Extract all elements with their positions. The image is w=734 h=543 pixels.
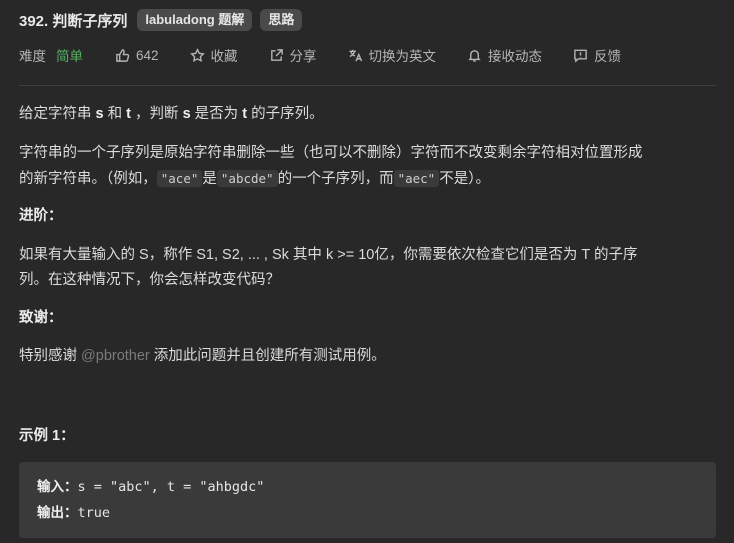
input-value: s = "abc", t = "ahbgdc" [77, 479, 265, 495]
bell-icon [468, 49, 481, 62]
output-value: true [77, 505, 111, 521]
problem-title: 392. 判断子序列 [19, 12, 128, 30]
text: 的新字符串。（例如， [19, 171, 157, 187]
text: 的子序列。 [247, 106, 324, 122]
thanks-paragraph: 特别感谢 @pbrother 添加此问题并且创建所有测试用例。 [19, 344, 719, 369]
text-line: 列。在这种情况下，你会怎样改变代码？ [19, 272, 280, 288]
difficulty-label: 难度 [19, 49, 46, 64]
description-paragraph-1: 给定字符串 s 和 t ，判断 s 是否为 t 的子序列。 [19, 102, 719, 127]
example-code-block: 输入：s = "abc", t = "ahbgdc" 输出：true [19, 462, 716, 538]
share-button[interactable]: 分享 [269, 45, 317, 65]
share-label: 分享 [289, 49, 317, 64]
thumbs-up-icon [116, 48, 130, 62]
text: 的一个子序列，而 [277, 171, 394, 187]
user-mention-link[interactable]: @pbrother [81, 348, 150, 364]
text: 和 [103, 106, 127, 122]
example-output-line: 输出：true [37, 500, 716, 526]
translate-icon [348, 49, 362, 61]
example-heading: 示例 1： [19, 428, 75, 444]
share-icon [270, 48, 283, 61]
title-row: 392. 判断子序列 labuladong 题解 思路 [19, 8, 303, 32]
text: 特别感谢 [19, 348, 82, 364]
output-label: 输出： [37, 505, 78, 520]
switch-language-button[interactable]: 切换为英文 [348, 45, 437, 65]
text: 给定字符串 [19, 106, 96, 122]
difficulty-value: 简单 [56, 49, 83, 64]
feedback-icon [574, 49, 587, 63]
example-input-line: 输入：s = "abc", t = "ahbgdc" [37, 474, 716, 500]
text: ，判断 [131, 106, 183, 122]
inline-code: "abcde" [216, 170, 278, 187]
text: 是 [202, 171, 217, 187]
input-label: 输入： [37, 479, 78, 494]
text-line: 的新字符串。（例如， "ace" 是 "abcde" 的一个子序列，而 "aec" 不是）。 [19, 166, 719, 192]
tag-hint[interactable]: 思路 [260, 9, 303, 31]
text: 不是）。 [439, 171, 490, 187]
subscribe-button[interactable]: 接收动态 [467, 45, 542, 65]
like-button[interactable]: 642 [115, 48, 159, 63]
tag-labuladong[interactable]: labuladong 题解 [137, 9, 253, 31]
text-line: 字符串的一个子序列是原始字符串删除一些（也可以不删除）字符而不改变剩余字符相对位… [19, 145, 643, 161]
inline-code: "aec" [393, 170, 440, 187]
header-divider [19, 85, 716, 86]
advanced-paragraph: 如果有大量输入的 S，称作 S1, S2, ... , Sk 其中 k >= 1… [19, 243, 719, 293]
feedback-button[interactable]: 反馈 [573, 45, 621, 65]
favorite-label: 收藏 [210, 49, 238, 64]
star-icon [189, 47, 205, 62]
thanks-heading: 致谢： [19, 310, 63, 326]
text: 是否为 [190, 106, 243, 122]
var-s: s [182, 106, 191, 122]
favorite-button[interactable]: 收藏 [189, 45, 238, 65]
text: 添加此问题并且创建所有测试用例。 [149, 348, 386, 364]
text-line: 如果有大量输入的 S，称作 S1, S2, ... , Sk 其中 k >= 1… [19, 247, 638, 263]
feedback-label: 反馈 [594, 49, 622, 64]
var-s: s [95, 106, 104, 122]
meta-row: 难度 简单 642 收藏 分享 切换为英文 接收动态 反馈 [19, 44, 652, 66]
inline-code: "ace" [156, 170, 203, 187]
subscribe-label: 接收动态 [488, 49, 543, 64]
problem-page: 392. 判断子序列 labuladong 题解 思路 难度 简单 642 收藏… [0, 0, 734, 543]
switch-language-label: 切换为英文 [368, 49, 437, 64]
like-count: 642 [136, 47, 159, 63]
advanced-heading: 进阶： [19, 208, 63, 224]
description-paragraph-2: 字符串的一个子序列是原始字符串删除一些（也可以不删除）字符而不改变剩余字符相对位… [19, 141, 719, 192]
